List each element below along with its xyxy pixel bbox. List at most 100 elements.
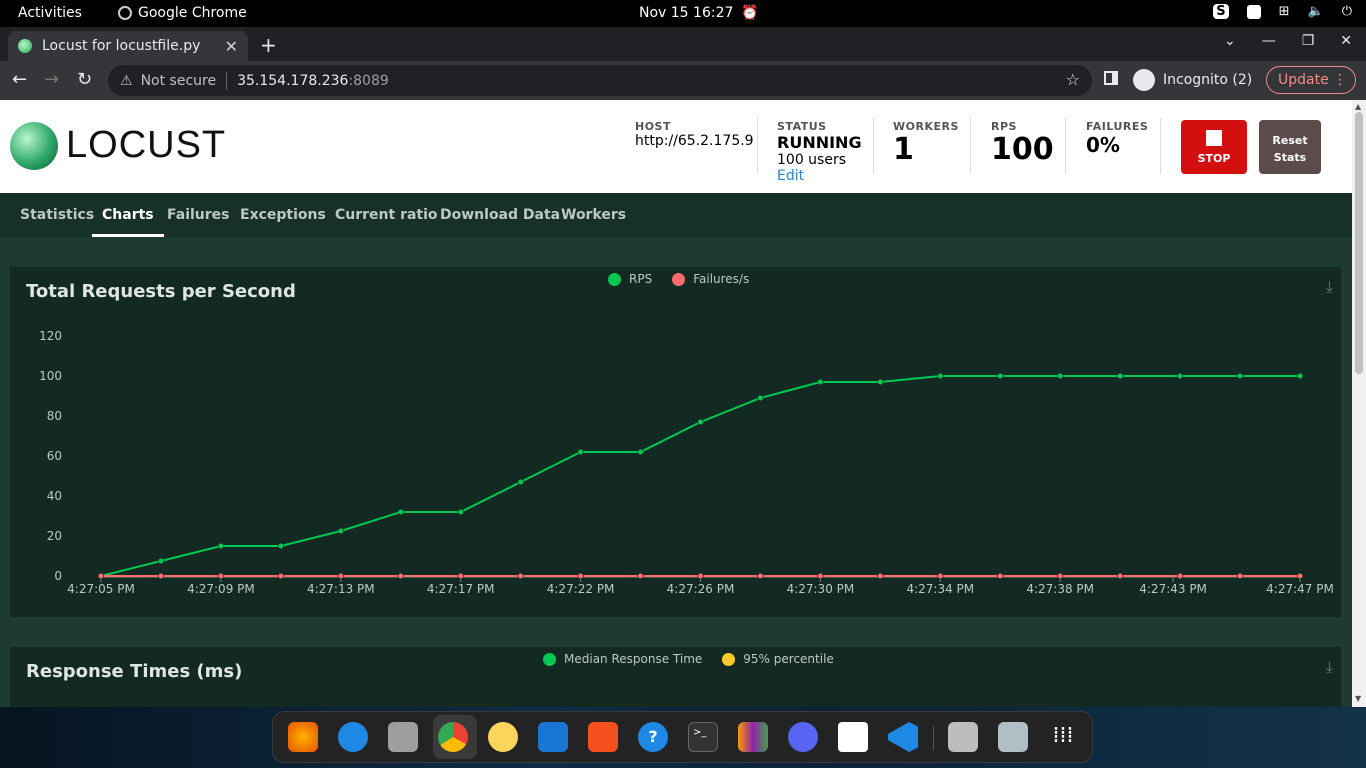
network-icon: ⊞ [1278,4,1290,19]
status-stat: STATUS RUNNING 100 users Edit [777,120,862,184]
close-tab-icon[interactable]: ✕ [225,37,238,56]
tab-search-icon[interactable]: ⌄ [1224,33,1236,49]
image-viewer-icon[interactable] [948,722,978,752]
divider [873,118,874,174]
series-point-1 [577,572,584,580]
series-point-1 [217,572,224,580]
bookmark-star-icon[interactable]: ☆ [1066,70,1080,89]
help-icon[interactable]: ? [638,722,668,752]
edit-users-link[interactable]: Edit [777,168,862,184]
locust-favicon-icon [18,39,32,53]
discord-icon[interactable] [788,722,818,752]
y-tick-label: 120 [39,329,62,343]
series-point-0 [697,418,704,426]
reset-label-line2: Stats [1273,151,1307,164]
page-scrollbar[interactable]: ▲ ▼ [1352,100,1366,707]
x-tick-label: 4:27:34 PM [906,582,974,596]
legend-median-label: Median Response Time [564,652,703,666]
tab-exceptions[interactable]: Exceptions [240,193,326,237]
series-point-1 [277,572,284,580]
back-icon[interactable]: ← [12,69,27,90]
series-point-0 [1296,372,1304,380]
system-tray[interactable]: S ⊞ 🔈 ⏻ [1213,4,1352,19]
firefox-icon[interactable] [288,722,318,752]
browser-tab[interactable]: Locust for locustfile.py ✕ [8,31,248,61]
close-window-icon[interactable]: ✕ [1340,33,1352,49]
tab-download-data[interactable]: Download Data [440,193,560,237]
series-point-0 [337,527,344,535]
stop-button[interactable]: STOP [1181,120,1247,174]
rhythmbox-icon[interactable] [488,722,518,752]
text-editor-icon[interactable] [838,722,868,752]
host-stat: HOST http://65.2.175.9 [635,120,754,149]
skype-icon: S [1213,4,1229,19]
x-tick-label: 4:27:22 PM [547,582,615,596]
thunderbird-icon[interactable] [338,722,368,752]
scrollbar-thumb[interactable] [1355,112,1363,374]
x-tick-label: 4:27:05 PM [67,582,135,596]
dock: ? >_ ⁞⁞⁞ [272,711,1093,763]
series-point-1 [817,572,824,580]
incognito-indicator[interactable]: Incognito (2) [1133,69,1252,91]
scroll-up-icon[interactable]: ▲ [1355,102,1361,111]
response-time-legend[interactable]: Median Response Time 95% percentile [543,652,834,666]
menu-dots-icon: ⋮ [1333,72,1347,88]
clock[interactable]: Nov 15 16:27 ⏰ [639,5,759,21]
warning-icon: ⚠ [120,72,133,89]
scroll-down-icon[interactable]: ▼ [1355,694,1361,703]
chrome-icon[interactable] [438,722,468,752]
series-point-1 [937,572,944,580]
users-value: 100 users [777,152,847,168]
rps-stat: RPS 100 [991,120,1054,167]
reload-icon[interactable]: ↻ [77,69,92,90]
tab-workers[interactable]: Workers [561,193,626,237]
omnibox-divider [226,71,228,90]
divider [1160,118,1161,174]
failures-value: 0% [1086,133,1120,157]
y-tick-label: 80 [47,409,62,423]
y-tick-label: 20 [47,529,62,543]
y-tick-label: 100 [39,369,62,383]
new-tab-icon[interactable]: + [260,33,277,57]
y-tick-label: 0 [54,569,62,583]
tab-current-ratio[interactable]: Current ratio [335,193,438,237]
stop-label: STOP [1197,152,1231,165]
vscode-icon[interactable] [888,722,918,752]
locust-logo-icon [10,122,58,170]
series-point-1 [1176,572,1184,580]
reset-stats-button[interactable]: Reset Stats [1259,120,1321,174]
series-point-1 [877,572,884,580]
maximize-icon[interactable]: ❐ [1302,33,1315,49]
activities-button[interactable]: Activities [18,5,82,21]
browser-tab-strip: Locust for locustfile.py ✕ + ⌄ — ❐ ✕ [0,27,1366,61]
series-point-1 [757,572,764,580]
locust-page: LOCUST HOST http://65.2.175.9 STATUS RUN… [0,100,1352,707]
xmind-icon[interactable] [738,722,768,752]
series-point-1 [1236,572,1244,580]
update-button[interactable]: Update ⋮ [1266,66,1356,94]
series-point-1 [1117,572,1124,580]
tab-charts[interactable]: Charts [92,193,164,237]
terminal-icon[interactable]: >_ [688,722,718,752]
response-time-chart-panel: Response Times (ms) Median Response Time… [10,647,1341,707]
app-center-icon[interactable] [588,722,618,752]
series-point-1 [1296,572,1304,580]
side-panel-icon[interactable] [1104,71,1118,85]
series-point-0 [577,448,584,456]
divider [970,118,971,174]
show-apps-icon[interactable]: ⁞⁞⁞ [1048,722,1078,752]
series-point-1 [337,572,344,580]
address-bar[interactable]: ⚠ Not secure 35.154.178.236:8089 ☆ [108,65,1092,96]
download-chart-icon[interactable]: ⤓ [1326,657,1333,677]
chrome-app-icon [118,6,132,20]
files-icon[interactable] [388,722,418,752]
libreoffice-writer-icon[interactable] [538,722,568,752]
legend-p95-dot [722,652,736,666]
x-tick-label: 4:27:13 PM [307,582,375,596]
minimize-icon[interactable]: — [1262,33,1276,49]
trash-icon[interactable] [998,722,1028,752]
forward-icon[interactable]: → [44,69,59,90]
tab-statistics[interactable]: Statistics [20,193,94,237]
app-menu[interactable]: Google Chrome [118,5,247,21]
tab-failures[interactable]: Failures [167,193,230,237]
